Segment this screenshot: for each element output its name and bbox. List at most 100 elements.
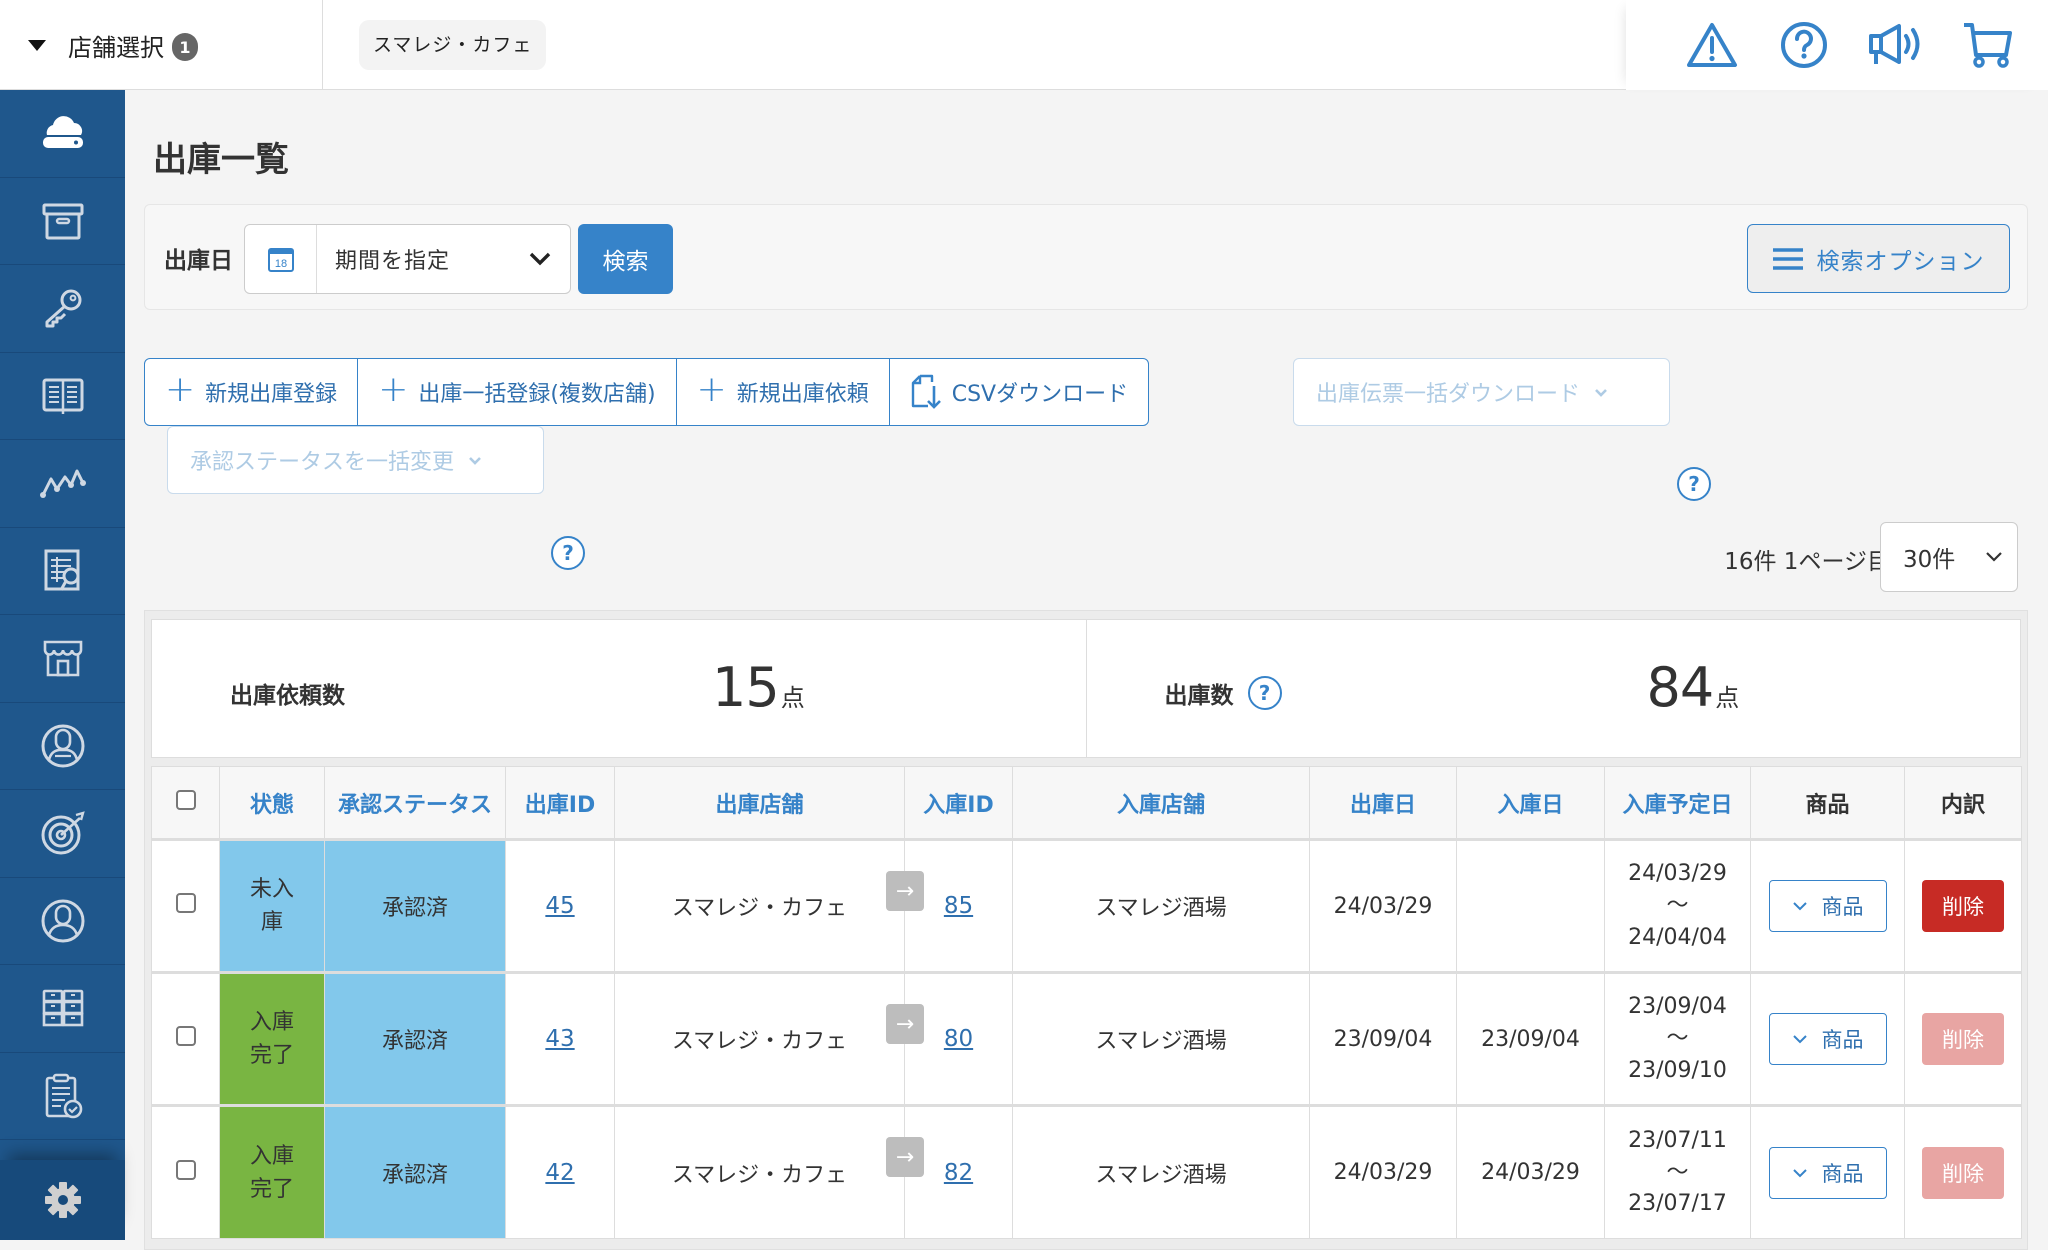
ship-id-link[interactable]: 42 [545, 1160, 574, 1186]
per-page-select[interactable]: 30件 [1880, 522, 2018, 592]
approval-status-cell: 承認済 [324, 1104, 506, 1239]
delete-button: 削除 [1922, 1146, 2004, 1199]
sidebar-item-inventory[interactable] [0, 965, 125, 1053]
col-ship-date[interactable]: 出庫日 [1309, 766, 1457, 840]
row-checkbox[interactable] [175, 1026, 196, 1046]
plus-icon: + [165, 369, 196, 410]
range-separator: 〜 [1666, 893, 1689, 919]
items-toggle-button[interactable]: 商品 [1768, 1013, 1887, 1065]
items-toggle-button[interactable]: 商品 [1768, 1146, 1887, 1199]
to-store-cell: スマレジ酒場 [1012, 838, 1310, 973]
pagination-summary: 16件 1ページ目 [1724, 549, 1890, 575]
action-button-group: + 新規出庫登録 + 出庫一括登録(複数店舗) + 新規出庫依頼 CSVダウンロ… [144, 358, 1150, 426]
calendar-day: 18 [274, 258, 286, 270]
select-all-cell [151, 766, 220, 840]
sidebar-item-target[interactable] [0, 790, 125, 878]
col-ship-id[interactable]: 出庫ID [505, 766, 615, 840]
selected-stores: スマレジ・カフェ [323, 0, 1626, 89]
row-checkbox[interactable] [175, 893, 196, 913]
col-to-store[interactable]: 入庫店舗 [1012, 766, 1310, 840]
csv-download-label: CSVダウンロード [951, 382, 1129, 407]
status-cell: 未入庫 [219, 838, 325, 973]
approval-status-cell: 承認済 [324, 971, 506, 1106]
sidebar-item-staff[interactable] [0, 703, 125, 790]
items-toggle-button[interactable]: 商品 [1768, 880, 1887, 932]
sidebar-item-store[interactable] [0, 615, 125, 703]
sidebar-item-analytics[interactable] [0, 440, 125, 528]
new-shipment-button[interactable]: + 新規出庫登録 [145, 359, 359, 425]
col-items: 商品 [1750, 766, 1905, 840]
book-icon [42, 378, 83, 414]
new-request-button[interactable]: + 新規出庫依頼 [677, 359, 890, 425]
sidebar-item-checklist[interactable] [0, 1053, 125, 1140]
bulk-approval-change-dropdown[interactable]: 承認ステータスを一括変更 [167, 426, 544, 494]
chevron-down-icon [510, 225, 570, 293]
store-select-toggle[interactable]: 店舗選択 1 [0, 0, 323, 90]
col-plan-date[interactable]: 入庫予定日 [1604, 766, 1751, 840]
sidebar-item-cloud[interactable] [0, 90, 125, 178]
date-range-select[interactable]: 18 期間を指定 [244, 224, 571, 294]
approval-status: 承認済 [381, 1029, 448, 1054]
ship-id-link[interactable]: 43 [545, 1026, 574, 1052]
ship-date-label: 出庫日 [164, 248, 233, 274]
arrow-right-icon: → [886, 1137, 924, 1177]
plan-date-to: 23/09/10 [1628, 1057, 1727, 1083]
from-store-name: スマレジ・カフェ [671, 1029, 848, 1054]
sidebar-item-report[interactable] [0, 528, 125, 615]
select-all-checkbox[interactable] [175, 789, 196, 810]
slip-download-help-icon[interactable]: ? [1677, 467, 1711, 501]
ship-date-cell: 23/09/04 [1309, 971, 1457, 1106]
target-icon [41, 811, 85, 855]
recv-id-link[interactable]: 85 [944, 893, 973, 919]
row-select-cell [151, 1104, 220, 1239]
file-download-icon [911, 374, 941, 409]
sidebar-item-archive[interactable] [0, 178, 125, 265]
recv-date-cell: 24/03/29 [1456, 1104, 1605, 1239]
delete-button[interactable]: 削除 [1922, 880, 2004, 932]
search-button[interactable]: 検索 [578, 224, 673, 294]
ship-date: 23/09/04 [1333, 1026, 1433, 1052]
bulk-register-button[interactable]: + 出庫一括登録(複数店舗) [358, 359, 677, 425]
row-select-cell [151, 838, 220, 973]
status-text: 入庫 完了 [249, 1143, 294, 1202]
cart-icon[interactable] [1959, 16, 2017, 74]
report-search-icon [44, 549, 79, 591]
ship-id-link[interactable]: 45 [545, 893, 574, 919]
request-count-label: 出庫依頼数 [230, 683, 345, 709]
slip-bulk-download-label: 出庫伝票一括ダウンロード [1316, 382, 1581, 407]
status-text: 入庫 完了 [249, 1010, 294, 1068]
row-checkbox[interactable] [175, 1159, 196, 1180]
line-chart-icon [39, 469, 86, 499]
search-options-button[interactable]: 検索オプション [1747, 224, 2010, 293]
arrow-right-icon: → [886, 1004, 924, 1044]
sidebar-settings[interactable] [0, 1160, 125, 1240]
approval-help-icon[interactable]: ? [551, 536, 585, 570]
store-select-label: 店舗選択 [68, 33, 164, 62]
col-from-store[interactable]: 出庫店舗 [614, 766, 905, 840]
col-approval[interactable]: 承認ステータス [324, 766, 506, 840]
warning-icon[interactable] [1683, 16, 1741, 74]
from-store-cell: スマレジ・カフェ → [614, 971, 924, 1106]
row-select-cell [151, 971, 220, 1106]
recv-id-link[interactable]: 82 [944, 1160, 973, 1186]
sidebar-item-customer[interactable] [0, 878, 125, 965]
help-icon[interactable] [1775, 16, 1833, 74]
sidebar-item-book[interactable] [0, 353, 125, 440]
ship-id-cell: 43 [505, 971, 615, 1106]
col-recv-date[interactable]: 入庫日 [1456, 766, 1605, 840]
top-bar: 店舗選択 1 スマレジ・カフェ [0, 0, 2048, 90]
status-cell: 入庫 完了 [219, 1104, 325, 1239]
recv-id-link[interactable]: 80 [944, 1026, 973, 1052]
ship-date: 24/03/29 [1333, 1160, 1433, 1185]
shipment-count-help-icon[interactable]: ? [1247, 676, 1282, 710]
col-status[interactable]: 状態 [219, 766, 325, 840]
range-separator: 〜 [1666, 1159, 1689, 1185]
delete-cell: 削除 [1904, 1104, 2022, 1239]
store-chip[interactable]: スマレジ・カフェ [359, 19, 547, 70]
col-recv-id[interactable]: 入庫ID [904, 766, 1013, 840]
csv-download-button[interactable]: CSVダウンロード [890, 359, 1148, 425]
plan-date-cell: 24/03/29 〜 24/04/04 [1604, 838, 1751, 973]
megaphone-icon[interactable] [1867, 16, 1925, 74]
sidebar-item-key[interactable] [0, 265, 125, 353]
slip-bulk-download-dropdown[interactable]: 出庫伝票一括ダウンロード [1293, 358, 1670, 426]
